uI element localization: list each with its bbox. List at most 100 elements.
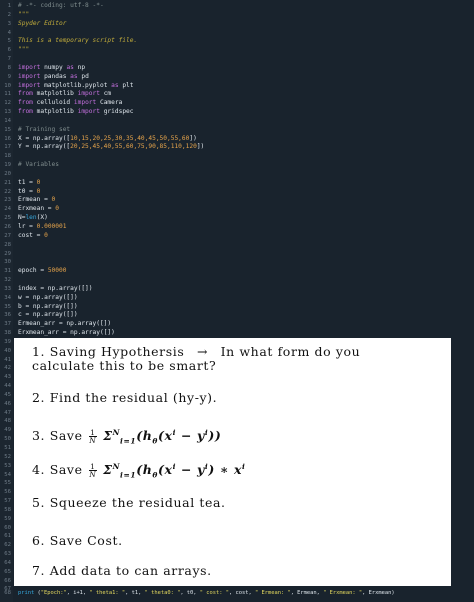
instruction-1: 1. Saving Hypothersis → In what form do … — [32, 345, 442, 373]
code-line[interactable]: 31 epoch = 50000 — [0, 267, 474, 276]
code-line[interactable]: 2 """ — [0, 11, 474, 20]
line-number: 23 — [4, 197, 11, 204]
line-number: 16 — [4, 135, 11, 142]
line-number: 61 — [4, 533, 11, 540]
line-number: 45 — [4, 391, 11, 398]
code-text: from matplotlib import gridspec — [18, 108, 134, 116]
code-line[interactable]: 20 — [0, 170, 474, 179]
line-number: 53 — [4, 462, 11, 469]
code-line[interactable]: 23 Ermean = 0 — [0, 196, 474, 205]
code-line[interactable]: 8 import numpy as np — [0, 64, 474, 73]
code-line[interactable]: 5 This is a temporary script file. — [0, 37, 474, 46]
code-line[interactable]: 6 """ — [0, 46, 474, 55]
code-line[interactable]: 28 — [0, 241, 474, 250]
code-text: index = np.array([]) — [18, 284, 93, 292]
line-number: 59 — [4, 515, 11, 522]
code-line[interactable]: 18 — [0, 152, 474, 161]
instruction-3-prefix: 3. Save — [32, 428, 83, 444]
code-text: t1 = 0 — [18, 178, 41, 186]
code-line[interactable]: 21 t1 = 0 — [0, 179, 474, 188]
code-text: cost = 0 — [18, 231, 48, 239]
code-text: from celluloid import Camera — [18, 99, 123, 107]
code-text: """ — [18, 10, 30, 18]
line-number: 5 — [7, 38, 11, 45]
code-line[interactable]: 29 — [0, 250, 474, 259]
sum-expression-4: ΣNi=1(hθ(xi − yi) ∗ xi — [103, 462, 246, 480]
instruction-1-text-b: In what form do you — [220, 344, 361, 359]
code-line[interactable]: 36 c = np.array([]) — [0, 311, 474, 320]
line-number: 43 — [4, 374, 11, 381]
line-number: 56 — [4, 489, 11, 496]
code-text: """ — [18, 46, 30, 54]
fraction-one-over-n-2: 1N — [89, 461, 97, 480]
instruction-1-text-a: Saving Hypothersis — [49, 344, 185, 359]
code-text: c = np.array([]) — [18, 311, 78, 319]
line-number: 21 — [4, 179, 11, 186]
code-text: Y = np.array([20,25,45,40,55,60,75,90,85… — [18, 143, 205, 151]
code-line[interactable]: 37 Ermean_arr = np.array([]) — [0, 320, 474, 329]
code-text: Spyder Editor — [18, 19, 67, 27]
line-number: 42 — [4, 365, 11, 372]
code-line[interactable]: 13 from matplotlib import gridspec — [0, 108, 474, 117]
code-line[interactable]: 17 Y = np.array([20,25,45,40,55,60,75,90,… — [0, 143, 474, 152]
code-text: # -*- coding: utf-8 -*- — [18, 2, 104, 9]
code-line[interactable]: 68 print ("Epoch:", i+1, " theta1: ", t1,… — [0, 589, 474, 598]
line-number: 33 — [4, 285, 11, 292]
code-line[interactable]: 16 X = np.array([10,15,20,25,30,35,40,45,… — [0, 135, 474, 144]
line-number: 38 — [4, 330, 11, 337]
code-line[interactable]: 24 Erxmean = 0 — [0, 205, 474, 214]
instruction-4-prefix: 4. Save — [32, 462, 83, 478]
code-text: N=len(X) — [18, 214, 48, 222]
line-number: 62 — [4, 542, 11, 549]
code-line[interactable]: 12 from celluloid import Camera — [0, 99, 474, 108]
instruction-4: 4. Save 1N ΣNi=1(hθ(xi − yi) ∗ xi — [32, 460, 442, 483]
line-number: 44 — [4, 383, 11, 390]
code-line[interactable]: 22 t0 = 0 — [0, 188, 474, 197]
code-line[interactable]: 7 — [0, 55, 474, 64]
line-number: 10 — [4, 82, 11, 89]
code-line[interactable]: 11 from matplotlib import cm — [0, 90, 474, 99]
line-number: 6 — [7, 47, 11, 54]
code-text: epoch = 50000 — [18, 267, 67, 275]
code-text: Erxmean_arr = np.array([]) — [18, 329, 115, 337]
line-number: 28 — [4, 241, 11, 248]
code-text: t0 = 0 — [18, 187, 41, 195]
code-line[interactable]: 35 b = np.array([]) — [0, 303, 474, 312]
code-line[interactable]: 27 cost = 0 — [0, 232, 474, 241]
code-line[interactable]: 14 — [0, 117, 474, 126]
line-number: 27 — [4, 232, 11, 239]
instruction-1-text-c: calculate this to be smart? — [32, 358, 217, 373]
line-number: 37 — [4, 321, 11, 328]
line-number: 58 — [4, 506, 11, 513]
code-line[interactable]: 34 w = np.array([]) — [0, 294, 474, 303]
code-line[interactable]: 30 — [0, 258, 474, 267]
code-line[interactable]: 19 # Variables — [0, 161, 474, 170]
code-line[interactable]: 3 Spyder Editor — [0, 20, 474, 29]
code-text: print ("Epoch:", i+1, " theta1: ", t1, "… — [18, 590, 395, 596]
code-text: from matplotlib import cm — [18, 90, 112, 98]
line-number: 34 — [4, 294, 11, 301]
code-line[interactable]: 25 N=len(X) — [0, 214, 474, 223]
code-line[interactable]: 38 Erxmean_arr = np.array([]) — [0, 329, 474, 338]
line-number: 40 — [4, 347, 11, 354]
instruction-3: 3. Save 1N ΣNi=1(hθ(xi − yi)) — [32, 426, 442, 449]
code-line[interactable]: 10 import matplotlib.pyplot as plt — [0, 82, 474, 91]
code-line[interactable]: 26 lr = 0.000001 — [0, 223, 474, 232]
line-number: 60 — [4, 524, 11, 531]
line-number: 14 — [4, 117, 11, 124]
code-line[interactable]: 33 index = np.array([]) — [0, 285, 474, 294]
code-line[interactable]: 32 — [0, 276, 474, 285]
line-number: 12 — [4, 100, 11, 107]
instruction-1-number: 1. — [32, 344, 46, 359]
code-text: Erxmean = 0 — [18, 205, 59, 213]
line-number: 54 — [4, 471, 11, 478]
code-line[interactable]: 15 # Training set — [0, 126, 474, 135]
code-line[interactable]: 9 import pandas as pd — [0, 73, 474, 82]
line-number: 32 — [4, 277, 11, 284]
line-number: 63 — [4, 551, 11, 558]
right-arrow-icon: → — [196, 344, 209, 359]
code-line[interactable]: 1 # -*- coding: utf-8 -*- — [0, 2, 474, 11]
line-number: 68 — [4, 590, 11, 596]
line-number: 26 — [4, 224, 11, 230]
code-text: import pandas as pd — [18, 72, 89, 80]
